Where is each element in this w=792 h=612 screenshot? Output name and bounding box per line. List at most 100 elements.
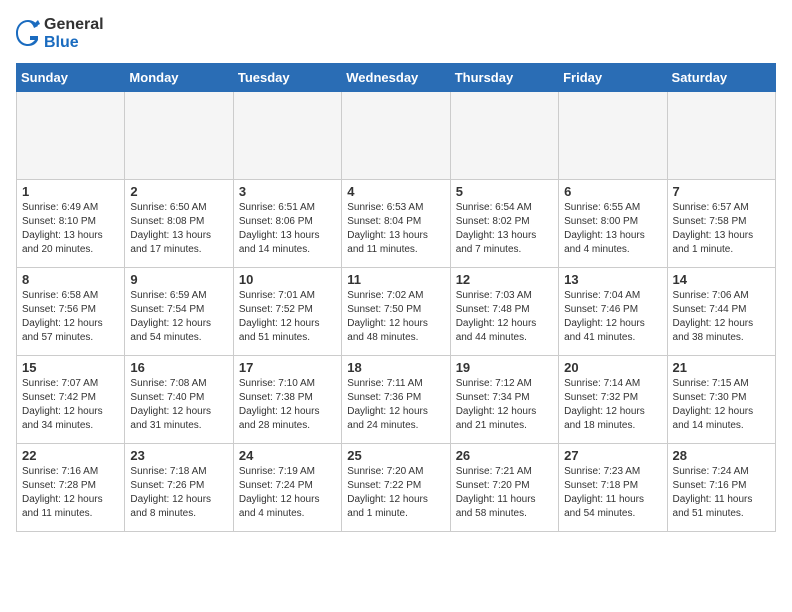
logo: General Blue [16, 16, 104, 51]
day-number: 2 [130, 184, 227, 199]
day-number: 3 [239, 184, 336, 199]
day-info: Sunrise: 6:55 AMSunset: 8:00 PMDaylight:… [564, 201, 661, 257]
day-info: Sunrise: 7:24 AMSunset: 7:16 PMDaylight:… [673, 465, 770, 521]
calendar-cell: 17 Sunrise: 7:10 AMSunset: 7:38 PMDayligh… [233, 356, 341, 444]
calendar-cell [450, 92, 558, 180]
day-number: 28 [673, 448, 770, 463]
day-number: 6 [564, 184, 661, 199]
day-info: Sunrise: 6:57 AMSunset: 7:58 PMDaylight:… [673, 201, 770, 257]
day-info: Sunrise: 6:51 AMSunset: 8:06 PMDaylight:… [239, 201, 336, 257]
calendar-cell: 2 Sunrise: 6:50 AMSunset: 8:08 PMDaylight… [125, 180, 233, 268]
day-info: Sunrise: 7:11 AMSunset: 7:36 PMDaylight:… [347, 377, 444, 433]
day-number: 12 [456, 272, 553, 287]
calendar-row: 1 Sunrise: 6:49 AMSunset: 8:10 PMDaylight… [17, 180, 776, 268]
day-info: Sunrise: 6:50 AMSunset: 8:08 PMDaylight:… [130, 201, 227, 257]
calendar-cell [125, 92, 233, 180]
calendar-cell [17, 92, 125, 180]
day-number: 5 [456, 184, 553, 199]
day-number: 16 [130, 360, 227, 375]
day-info: Sunrise: 7:07 AMSunset: 7:42 PMDaylight:… [22, 377, 119, 433]
day-number: 15 [22, 360, 119, 375]
calendar-cell: 27 Sunrise: 7:23 AMSunset: 7:18 PMDayligh… [559, 444, 667, 532]
day-info: Sunrise: 7:12 AMSunset: 7:34 PMDaylight:… [456, 377, 553, 433]
day-number: 9 [130, 272, 227, 287]
calendar-cell: 26 Sunrise: 7:21 AMSunset: 7:20 PMDayligh… [450, 444, 558, 532]
calendar-cell: 6 Sunrise: 6:55 AMSunset: 8:00 PMDaylight… [559, 180, 667, 268]
calendar-cell: 22Sunrise: 7:16 AMSunset: 7:28 PMDayligh… [17, 444, 125, 532]
day-number: 26 [456, 448, 553, 463]
day-number: 7 [673, 184, 770, 199]
day-info: Sunrise: 6:59 AMSunset: 7:54 PMDaylight:… [130, 289, 227, 345]
day-info: Sunrise: 7:01 AMSunset: 7:52 PMDaylight:… [239, 289, 336, 345]
calendar-cell: 5 Sunrise: 6:54 AMSunset: 8:02 PMDaylight… [450, 180, 558, 268]
calendar-cell [667, 92, 775, 180]
calendar-cell [342, 92, 450, 180]
calendar-cell: 28 Sunrise: 7:24 AMSunset: 7:16 PMDayligh… [667, 444, 775, 532]
col-header-wednesday: Wednesday [342, 64, 450, 92]
day-number: 17 [239, 360, 336, 375]
day-number: 14 [673, 272, 770, 287]
col-header-thursday: Thursday [450, 64, 558, 92]
col-header-friday: Friday [559, 64, 667, 92]
day-number: 18 [347, 360, 444, 375]
day-number: 21 [673, 360, 770, 375]
day-info: Sunrise: 7:14 AMSunset: 7:32 PMDaylight:… [564, 377, 661, 433]
day-number: 22 [22, 448, 119, 463]
calendar-table: SundayMondayTuesdayWednesdayThursdayFrid… [16, 63, 776, 532]
calendar-cell [559, 92, 667, 180]
calendar-cell: 15 Sunrise: 7:07 AMSunset: 7:42 PMDayligh… [17, 356, 125, 444]
calendar-cell: 10 Sunrise: 7:01 AMSunset: 7:52 PMDayligh… [233, 268, 341, 356]
calendar-row: 15 Sunrise: 7:07 AMSunset: 7:42 PMDayligh… [17, 356, 776, 444]
calendar-row: 8Sunrise: 6:58 AMSunset: 7:56 PMDaylight… [17, 268, 776, 356]
day-info: Sunrise: 6:53 AMSunset: 8:04 PMDaylight:… [347, 201, 444, 257]
col-header-monday: Monday [125, 64, 233, 92]
calendar-cell: 24Sunrise: 7:19 AMSunset: 7:24 PMDayligh… [233, 444, 341, 532]
calendar-cell: 13 Sunrise: 7:04 AMSunset: 7:46 PMDayligh… [559, 268, 667, 356]
col-header-sunday: Sunday [17, 64, 125, 92]
day-info: Sunrise: 7:21 AMSunset: 7:20 PMDaylight:… [456, 465, 553, 521]
calendar-cell: 16 Sunrise: 7:08 AMSunset: 7:40 PMDayligh… [125, 356, 233, 444]
logo-text: General Blue [44, 16, 104, 51]
day-number: 1 [22, 184, 119, 199]
calendar-row: 22Sunrise: 7:16 AMSunset: 7:28 PMDayligh… [17, 444, 776, 532]
day-info: Sunrise: 7:06 AMSunset: 7:44 PMDaylight:… [673, 289, 770, 345]
day-number: 11 [347, 272, 444, 287]
logo-icon [16, 20, 40, 48]
calendar-cell: 19Sunrise: 7:12 AMSunset: 7:34 PMDayligh… [450, 356, 558, 444]
calendar-cell: 9 Sunrise: 6:59 AMSunset: 7:54 PMDaylight… [125, 268, 233, 356]
col-header-saturday: Saturday [667, 64, 775, 92]
calendar-cell: 23 Sunrise: 7:18 AMSunset: 7:26 PMDayligh… [125, 444, 233, 532]
day-info: Sunrise: 6:49 AMSunset: 8:10 PMDaylight:… [22, 201, 119, 257]
calendar-cell: 21 Sunrise: 7:15 AMSunset: 7:30 PMDayligh… [667, 356, 775, 444]
day-number: 20 [564, 360, 661, 375]
day-info: Sunrise: 7:10 AMSunset: 7:38 PMDaylight:… [239, 377, 336, 433]
calendar-cell: 14 Sunrise: 7:06 AMSunset: 7:44 PMDayligh… [667, 268, 775, 356]
col-header-tuesday: Tuesday [233, 64, 341, 92]
day-number: 4 [347, 184, 444, 199]
calendar-row [17, 92, 776, 180]
day-number: 27 [564, 448, 661, 463]
page-header: General Blue [16, 16, 776, 51]
day-info: Sunrise: 7:15 AMSunset: 7:30 PMDaylight:… [673, 377, 770, 433]
day-info: Sunrise: 7:19 AMSunset: 7:24 PMDaylight:… [239, 465, 336, 521]
calendar-cell: 8Sunrise: 6:58 AMSunset: 7:56 PMDaylight… [17, 268, 125, 356]
day-number: 10 [239, 272, 336, 287]
calendar-cell: 18 Sunrise: 7:11 AMSunset: 7:36 PMDayligh… [342, 356, 450, 444]
calendar-cell: 11 Sunrise: 7:02 AMSunset: 7:50 PMDayligh… [342, 268, 450, 356]
calendar-cell: 12Sunrise: 7:03 AMSunset: 7:48 PMDayligh… [450, 268, 558, 356]
day-number: 23 [130, 448, 227, 463]
day-info: Sunrise: 6:54 AMSunset: 8:02 PMDaylight:… [456, 201, 553, 257]
calendar-cell: 7 Sunrise: 6:57 AMSunset: 7:58 PMDaylight… [667, 180, 775, 268]
day-info: Sunrise: 7:02 AMSunset: 7:50 PMDaylight:… [347, 289, 444, 345]
day-info: Sunrise: 7:04 AMSunset: 7:46 PMDaylight:… [564, 289, 661, 345]
calendar-cell: 25Sunrise: 7:20 AMSunset: 7:22 PMDayligh… [342, 444, 450, 532]
day-number: 13 [564, 272, 661, 287]
header-row: SundayMondayTuesdayWednesdayThursdayFrid… [17, 64, 776, 92]
calendar-cell [233, 92, 341, 180]
calendar-cell: 3 Sunrise: 6:51 AMSunset: 8:06 PMDaylight… [233, 180, 341, 268]
day-number: 25 [347, 448, 444, 463]
day-info: Sunrise: 7:18 AMSunset: 7:26 PMDaylight:… [130, 465, 227, 521]
day-info: Sunrise: 7:08 AMSunset: 7:40 PMDaylight:… [130, 377, 227, 433]
calendar-cell: 20 Sunrise: 7:14 AMSunset: 7:32 PMDayligh… [559, 356, 667, 444]
day-info: Sunrise: 7:23 AMSunset: 7:18 PMDaylight:… [564, 465, 661, 521]
